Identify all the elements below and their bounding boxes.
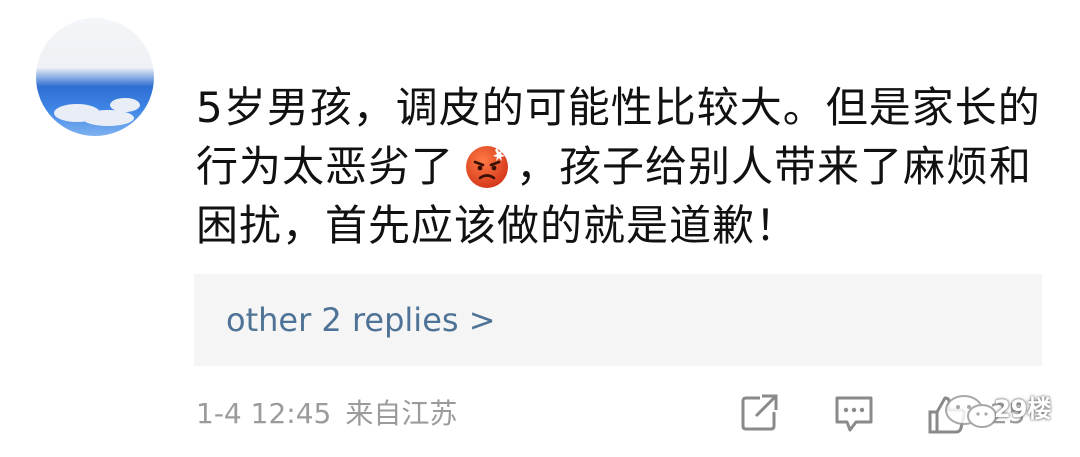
comment-time: 1-4 12:45 [196,397,332,430]
other-replies-button[interactable]: other 2 replies > [194,274,1042,366]
comment-meta: 1-4 12:45 来自江苏 [196,396,457,432]
share-icon[interactable] [738,392,780,434]
avatar-cloud [110,98,140,112]
comment-card: 5岁男孩，调皮的可能性比较大。但是家长的行为太恶劣了 ，孩子给别人带来了麻烦和困… [0,0,1080,457]
comment-icon[interactable] [832,392,876,436]
avatar-cloud [82,110,134,126]
avatar[interactable] [36,18,154,136]
comment-text: 5岁男孩，调皮的可能性比较大。但是家长的行为太恶劣了 ，孩子给别人带来了麻烦和困… [196,78,1048,255]
other-replies-label: other 2 replies > [226,301,496,339]
watermark-label: 29楼 [994,395,1052,423]
comment-location: 来自江苏 [345,397,458,430]
angry-face-emoji [466,146,509,188]
